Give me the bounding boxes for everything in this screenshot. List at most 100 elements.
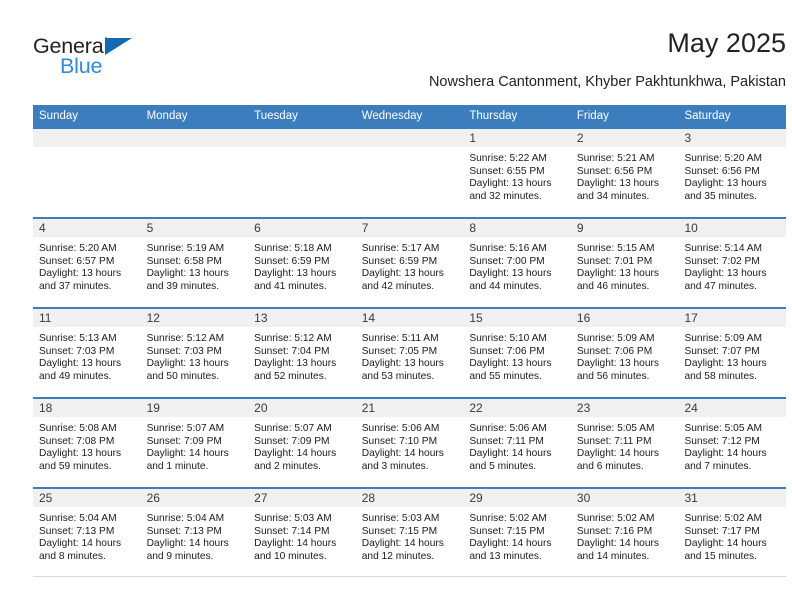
day-number: 19	[146, 401, 160, 415]
daylight-duration-line2: and 37 minutes.	[39, 280, 112, 292]
daylight-duration-line2: and 53 minutes.	[361, 370, 435, 382]
general-blue-logo[interactable]: General Blue	[33, 34, 233, 90]
day-cell[interactable]: 20 Sunrise: 5:07 AM Sunset: 7:09 PM Dayligh…	[248, 399, 356, 487]
day-cell[interactable]: 8 Sunrise: 5:16 AM Sunset: 7:00 PM Daylight…	[463, 219, 571, 307]
day-number: 14	[361, 311, 376, 325]
day-details: Sunrise: 5:06 AM Sunset: 7:10 PM Daylight:…	[356, 417, 464, 473]
sunrise-time: Sunrise: 5:04 AM	[39, 513, 117, 524]
day-cell[interactable]: 30 Sunrise: 5:02 AM Sunset: 7:16 PM Dayligh…	[570, 489, 679, 576]
day-number: 3	[684, 131, 692, 145]
day-cell[interactable]: 16 Sunrise: 5:09 AM Sunset: 7:06 PM Dayligh…	[570, 309, 679, 397]
day-cell[interactable]: 11 Sunrise: 5:13 AM Sunset: 7:03 PM Dayligh…	[33, 309, 141, 397]
day-number-band: 20	[248, 399, 356, 417]
day-cell[interactable]: 26 Sunrise: 5:04 AM Sunset: 7:13 PM Dayligh…	[140, 489, 249, 576]
day-cell[interactable]: 17 Sunrise: 5:09 AM Sunset: 7:07 PM Dayligh…	[678, 309, 787, 397]
day-details: Sunrise: 5:10 AM Sunset: 7:06 PM Daylight:…	[463, 327, 571, 383]
sunset-time: Sunset: 7:13 PM	[146, 525, 222, 537]
sunset-time: Sunset: 7:00 PM	[469, 255, 545, 267]
daylight-duration-line1: Daylight: 14 hours	[361, 538, 444, 550]
day-cell[interactable]: 27 Sunrise: 5:03 AM Sunset: 7:14 PM Dayligh…	[248, 489, 356, 576]
daylight-duration-line1: Daylight: 13 hours	[39, 358, 122, 370]
day-details: Sunrise: 5:12 AM Sunset: 7:04 PM Daylight:…	[248, 327, 356, 383]
daylight-duration-line1: Daylight: 14 hours	[146, 448, 229, 460]
day-number: 5	[146, 221, 154, 235]
day-number: 6	[254, 221, 261, 235]
sunrise-time: Sunrise: 5:04 AM	[146, 513, 225, 524]
day-details: Sunrise: 5:08 AM Sunset: 7:08 PM Daylight:…	[33, 417, 141, 473]
day-cell[interactable]: 4 Sunrise: 5:20 AM Sunset: 6:57 PM Daylight…	[33, 219, 141, 307]
day-cell[interactable]: 9 Sunrise: 5:15 AM Sunset: 7:01 PM Daylight…	[570, 219, 679, 307]
page-header: General Blue May 2025 Nowshera Cantonmen…	[33, 28, 786, 100]
sunrise-time: Sunrise: 5:03 AM	[254, 513, 332, 524]
day-cell[interactable]: 23 Sunrise: 5:05 AM Sunset: 7:11 PM Dayligh…	[570, 399, 679, 487]
daylight-duration-line2: and 1 minute.	[146, 460, 209, 472]
calendar-week-row: 4 Sunrise: 5:20 AM Sunset: 6:57 PM Daylight…	[33, 217, 787, 307]
day-cell[interactable]: 18 Sunrise: 5:08 AM Sunset: 7:08 PM Dayligh…	[33, 399, 141, 487]
sunrise-time: Sunrise: 5:12 AM	[146, 333, 225, 344]
day-cell-empty	[355, 129, 464, 217]
day-number-band: 15	[463, 309, 571, 327]
day-cell[interactable]: 28 Sunrise: 5:03 AM Sunset: 7:15 PM Dayligh…	[355, 489, 464, 576]
day-cell[interactable]: 10 Sunrise: 5:14 AM Sunset: 7:02 PM Dayligh…	[678, 219, 787, 307]
daylight-duration-line2: and 5 minutes.	[469, 460, 537, 472]
day-cell[interactable]: 13 Sunrise: 5:12 AM Sunset: 7:04 PM Dayligh…	[248, 309, 356, 397]
day-cell[interactable]: 19 Sunrise: 5:07 AM Sunset: 7:09 PM Dayligh…	[140, 399, 249, 487]
day-number-band: 1	[463, 129, 571, 147]
day-cell[interactable]: 14 Sunrise: 5:11 AM Sunset: 7:05 PM Dayligh…	[355, 309, 464, 397]
day-cell[interactable]: 12 Sunrise: 5:12 AM Sunset: 7:03 PM Dayligh…	[140, 309, 249, 397]
logo-triangle-icon	[105, 38, 132, 55]
sunrise-time: Sunrise: 5:10 AM	[469, 333, 547, 344]
sunset-time: Sunset: 7:08 PM	[39, 435, 115, 447]
sunset-time: Sunset: 7:06 PM	[576, 345, 653, 357]
day-details: Sunrise: 5:12 AM Sunset: 7:03 PM Daylight:…	[141, 327, 249, 383]
calendar-page: General Blue May 2025 Nowshera Cantonmen…	[0, 0, 792, 612]
day-cell[interactable]: 15 Sunrise: 5:10 AM Sunset: 7:06 PM Dayligh…	[463, 309, 571, 397]
sunrise-time: Sunrise: 5:06 AM	[469, 423, 547, 434]
weekday-header-friday: Friday	[576, 110, 609, 122]
daylight-duration-line2: and 58 minutes.	[684, 370, 757, 382]
day-cell[interactable]: 6 Sunrise: 5:18 AM Sunset: 6:59 PM Daylight…	[248, 219, 356, 307]
day-number: 24	[684, 401, 698, 415]
daylight-duration-line2: and 35 minutes.	[684, 190, 757, 202]
daylight-duration-line1: Daylight: 14 hours	[254, 538, 337, 550]
day-number-band: 30	[570, 489, 679, 507]
day-number: 7	[361, 221, 369, 235]
calendar-week-row: 25 Sunrise: 5:04 AM Sunset: 7:13 PM Dayligh…	[33, 487, 787, 577]
daylight-duration-line1: Daylight: 13 hours	[39, 448, 122, 460]
sunrise-time: Sunrise: 5:22 AM	[469, 153, 547, 164]
daylight-duration-line1: Daylight: 13 hours	[254, 268, 337, 280]
day-cell[interactable]: 24 Sunrise: 5:05 AM Sunset: 7:12 PM Dayligh…	[678, 399, 787, 487]
day-cell[interactable]: 1 Sunrise: 5:22 AM Sunset: 6:55 PM Daylight…	[463, 129, 571, 217]
day-cell[interactable]: 22 Sunrise: 5:06 AM Sunset: 7:11 PM Dayligh…	[463, 399, 571, 487]
sunset-time: Sunset: 7:01 PM	[576, 255, 653, 267]
day-number-band	[140, 129, 249, 147]
sunset-time: Sunset: 7:09 PM	[146, 435, 222, 447]
day-cell[interactable]: 3 Sunrise: 5:20 AM Sunset: 6:56 PM Daylight…	[678, 129, 787, 217]
sunrise-time: Sunrise: 5:02 AM	[684, 513, 763, 524]
sunset-time: Sunset: 7:14 PM	[254, 525, 330, 537]
day-number-band: 27	[248, 489, 356, 507]
day-cell[interactable]: 25 Sunrise: 5:04 AM Sunset: 7:13 PM Dayligh…	[33, 489, 141, 576]
day-cell[interactable]: 29 Sunrise: 5:02 AM Sunset: 7:15 PM Dayligh…	[463, 489, 571, 576]
sunrise-time: Sunrise: 5:16 AM	[469, 243, 547, 254]
day-number-band: 2	[570, 129, 679, 147]
day-number: 22	[469, 401, 483, 415]
weekday-header-tuesday: Tuesday	[254, 110, 298, 122]
day-number-band: 28	[355, 489, 464, 507]
day-number: 13	[254, 311, 268, 325]
day-cell[interactable]: 2 Sunrise: 5:21 AM Sunset: 6:56 PM Daylight…	[570, 129, 679, 217]
calendar-week-row: 18 Sunrise: 5:08 AM Sunset: 7:08 PM Dayligh…	[33, 397, 787, 487]
day-number: 27	[254, 491, 268, 505]
day-details: Sunrise: 5:07 AM Sunset: 7:09 PM Daylight:…	[141, 417, 249, 473]
day-cell[interactable]: 7 Sunrise: 5:17 AM Sunset: 6:59 PM Daylight…	[355, 219, 464, 307]
day-number: 28	[361, 491, 376, 505]
day-cell[interactable]: 31 Sunrise: 5:02 AM Sunset: 7:17 PM Dayligh…	[678, 489, 787, 576]
day-number-band: 21	[355, 399, 464, 417]
day-cell[interactable]: 21 Sunrise: 5:06 AM Sunset: 7:10 PM Dayligh…	[355, 399, 464, 487]
sunset-time: Sunset: 7:13 PM	[39, 525, 115, 537]
day-number: 11	[39, 311, 52, 325]
daylight-duration-line2: and 14 minutes.	[576, 550, 650, 562]
day-cell[interactable]: 5 Sunrise: 5:19 AM Sunset: 6:58 PM Daylight…	[140, 219, 249, 307]
sunset-time: Sunset: 7:11 PM	[576, 435, 652, 447]
day-details: Sunrise: 5:20 AM Sunset: 6:56 PM Daylight:…	[678, 147, 786, 203]
